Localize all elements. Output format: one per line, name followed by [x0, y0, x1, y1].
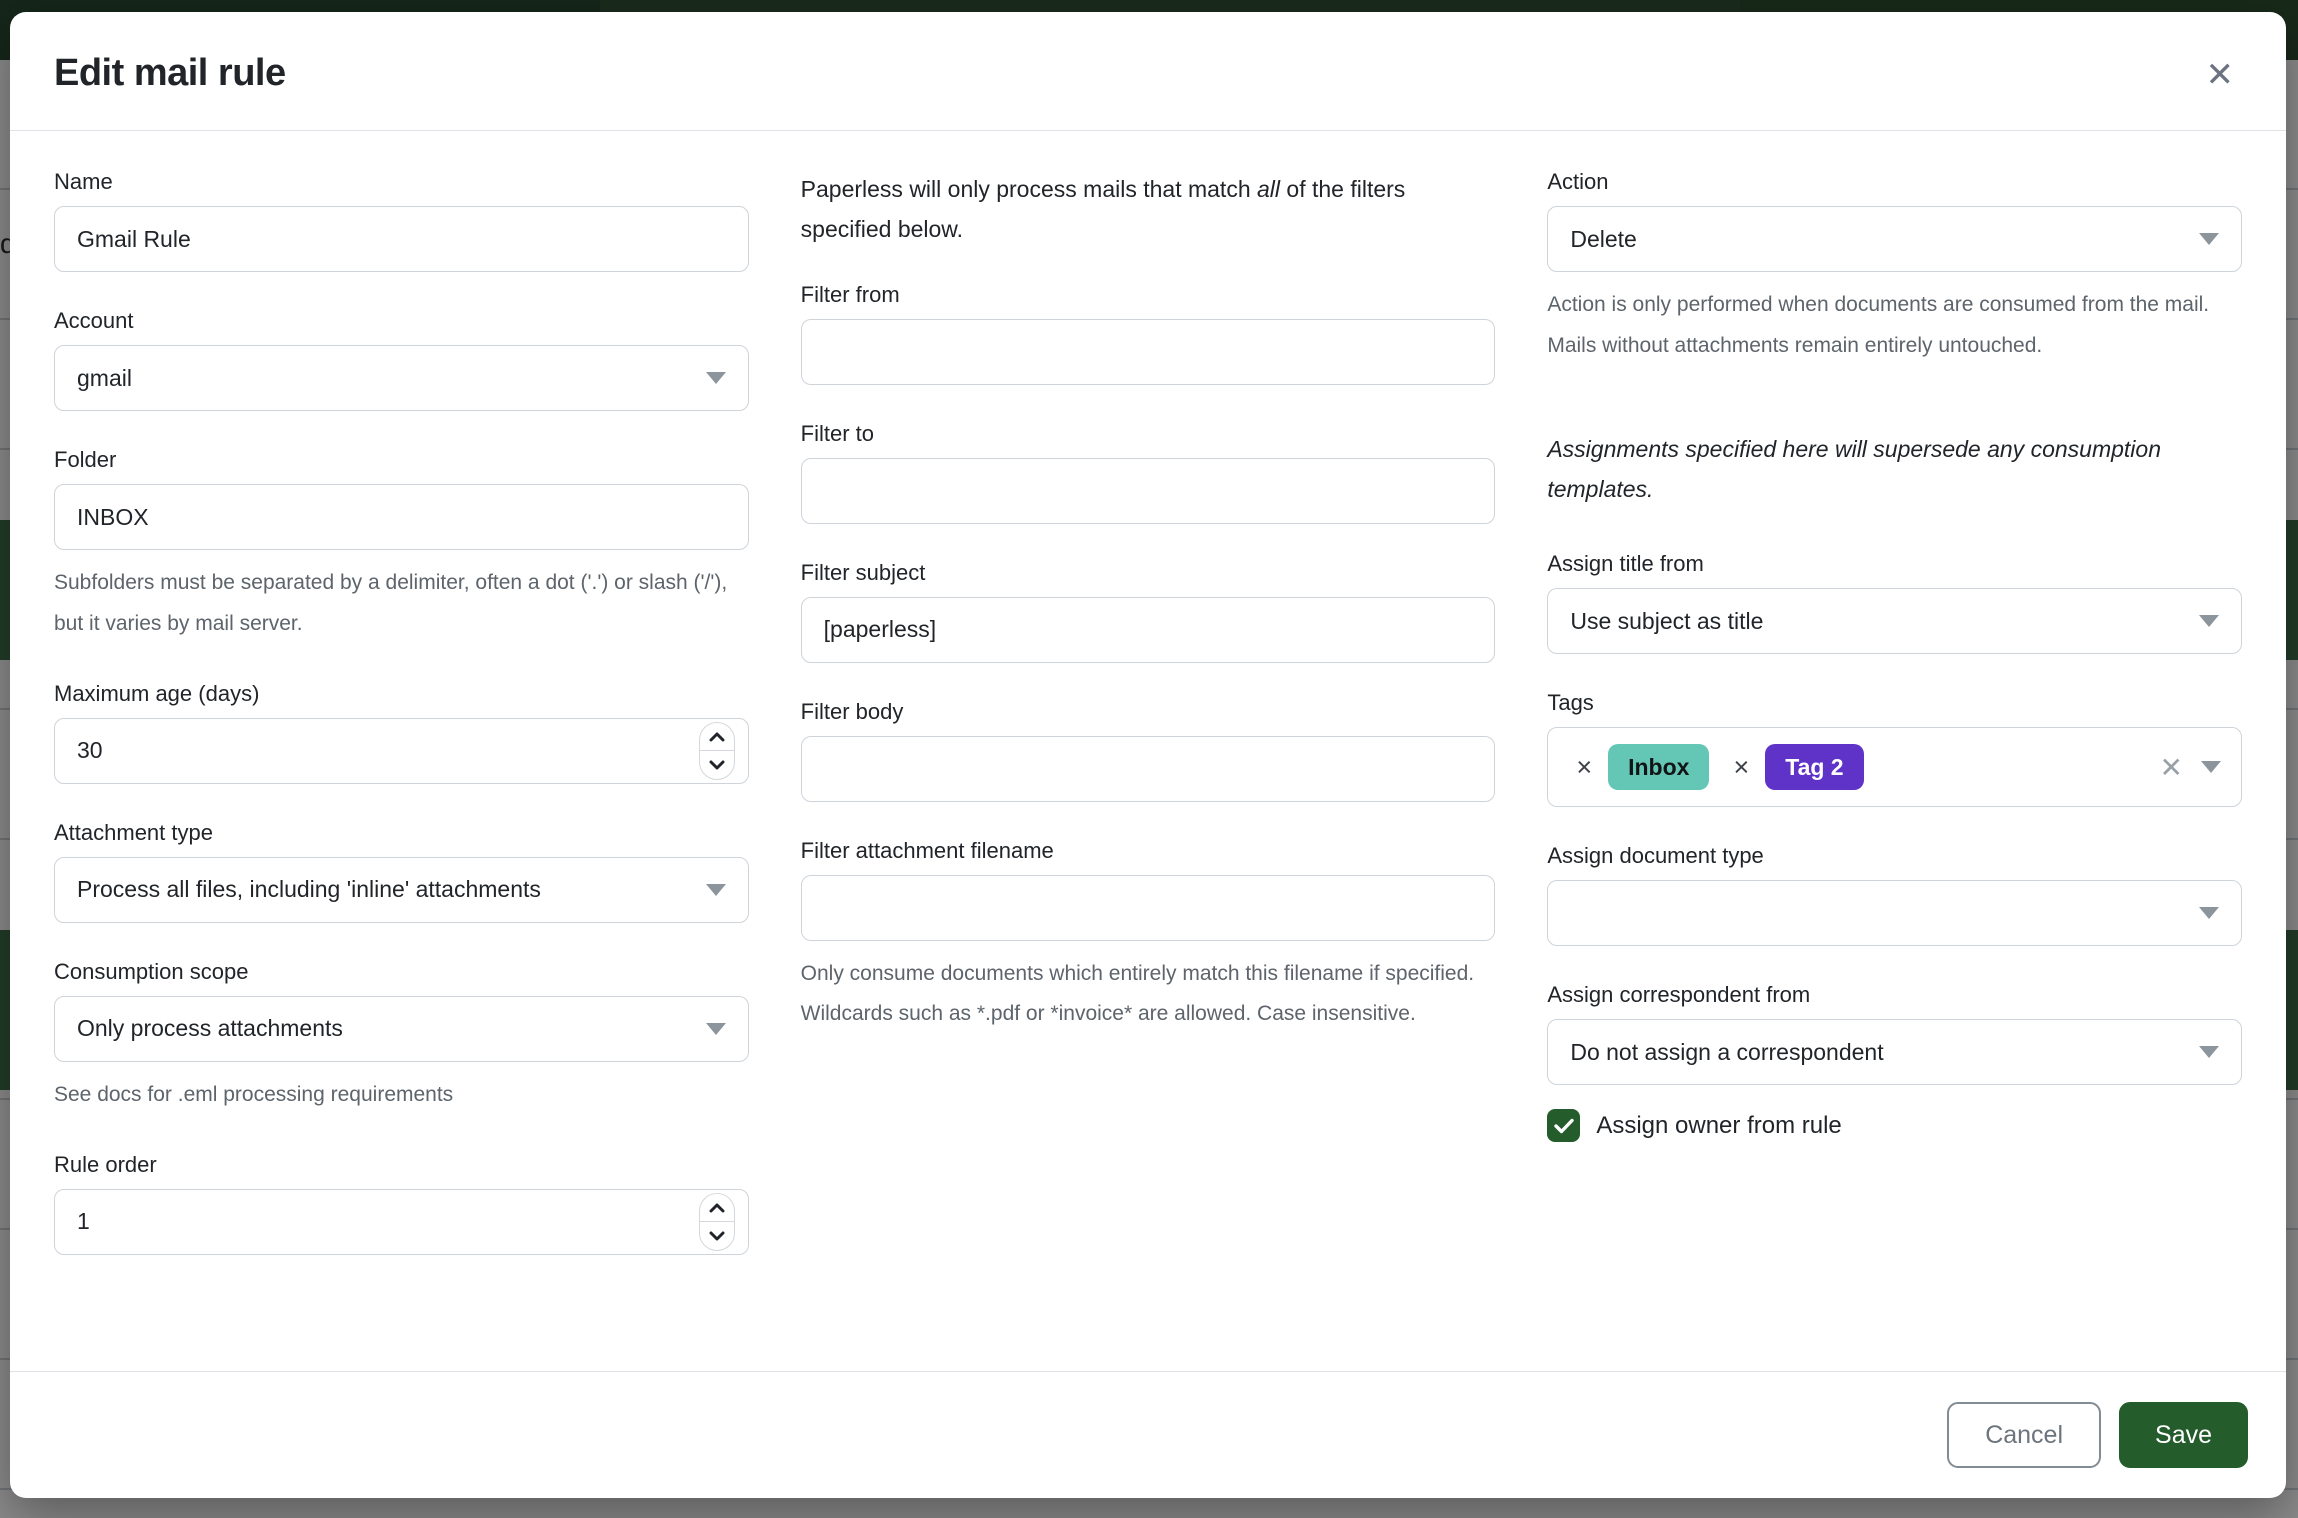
- name-input[interactable]: [54, 206, 749, 272]
- consumption-scope-label: Consumption scope: [54, 959, 749, 985]
- chevron-down-icon: [706, 372, 726, 384]
- max-age-field: Maximum age (days): [54, 681, 749, 784]
- rule-order-field: Rule order: [54, 1152, 749, 1255]
- filter-body-input[interactable]: [801, 736, 1496, 802]
- assign-document-type-select[interactable]: [1547, 880, 2242, 946]
- assign-correspondent-from-field: Assign correspondent from Do not assign …: [1547, 982, 2242, 1085]
- tags-label: Tags: [1547, 690, 2242, 716]
- filter-from-input[interactable]: [801, 319, 1496, 385]
- edit-mail-rule-dialog: Edit mail rule ✕ Name Account gmail Fold…: [10, 12, 2286, 1498]
- chevron-down-icon: [2199, 907, 2219, 919]
- filter-from-label: Filter from: [801, 282, 1496, 308]
- account-select-value: gmail: [77, 365, 132, 392]
- action-field: Action Delete Action is only performed w…: [1547, 169, 2242, 367]
- stepper-down-icon[interactable]: [700, 751, 734, 779]
- filters-intro-text: Paperless will only process mails that m…: [801, 169, 1496, 250]
- stepper-up-icon[interactable]: [700, 723, 734, 752]
- tags-multiselect[interactable]: × Inbox × Tag 2 ✕: [1547, 727, 2242, 807]
- folder-field: Folder Subfolders must be separated by a…: [54, 447, 749, 645]
- tag-pill-inbox: Inbox: [1608, 744, 1709, 790]
- attachment-type-field: Attachment type Process all files, inclu…: [54, 820, 749, 923]
- filter-body-field: Filter body: [801, 699, 1496, 802]
- chevron-down-icon: [2199, 1046, 2219, 1058]
- action-select-value: Delete: [1570, 226, 1636, 253]
- tag-remove-icon[interactable]: ×: [1725, 752, 1757, 783]
- max-age-stepper[interactable]: [699, 722, 735, 780]
- filter-subject-input[interactable]: [801, 597, 1496, 663]
- filter-from-field: Filter from: [801, 282, 1496, 385]
- rule-order-label: Rule order: [54, 1152, 749, 1178]
- name-label: Name: [54, 169, 749, 195]
- column-filters: Paperless will only process mails that m…: [801, 169, 1496, 1371]
- dialog-header: Edit mail rule ✕: [10, 12, 2286, 131]
- filter-attachment-filename-label: Filter attachment filename: [801, 838, 1496, 864]
- tags-clear-icon[interactable]: ✕: [2150, 751, 2193, 784]
- assign-document-type-field: Assign document type: [1547, 843, 2242, 946]
- max-age-input[interactable]: [54, 718, 749, 784]
- assign-owner-checkbox[interactable]: [1547, 1109, 1580, 1142]
- attachment-type-select-value: Process all files, including 'inline' at…: [77, 876, 541, 903]
- chevron-down-icon: [2199, 615, 2219, 627]
- attachment-type-label: Attachment type: [54, 820, 749, 846]
- name-field: Name: [54, 169, 749, 272]
- assign-owner-row: Assign owner from rule: [1547, 1109, 2242, 1142]
- chevron-down-icon: [2199, 233, 2219, 245]
- max-age-label: Maximum age (days): [54, 681, 749, 707]
- filter-subject-label: Filter subject: [801, 560, 1496, 586]
- filter-to-input[interactable]: [801, 458, 1496, 524]
- tag-remove-icon[interactable]: ×: [1568, 752, 1600, 783]
- folder-input[interactable]: [54, 484, 749, 550]
- action-select[interactable]: Delete: [1547, 206, 2242, 272]
- chevron-down-icon: [706, 884, 726, 896]
- close-icon[interactable]: ✕: [2198, 52, 2243, 98]
- consumption-scope-select[interactable]: Only process attachments: [54, 996, 749, 1062]
- column-action-assignments: Action Delete Action is only performed w…: [1547, 169, 2242, 1371]
- dialog-title: Edit mail rule: [54, 52, 286, 95]
- account-field: Account gmail: [54, 308, 749, 411]
- filter-to-field: Filter to: [801, 421, 1496, 524]
- account-label: Account: [54, 308, 749, 334]
- folder-label: Folder: [54, 447, 749, 473]
- filter-attachment-filename-help-text: Only consume documents which entirely ma…: [801, 954, 1496, 1036]
- consumption-scope-field: Consumption scope Only process attachmen…: [54, 959, 749, 1116]
- filters-intro-emphasis: all: [1257, 176, 1280, 202]
- save-button[interactable]: Save: [2119, 1402, 2248, 1468]
- column-rule-settings: Name Account gmail Folder Subfolders mus…: [54, 169, 749, 1371]
- attachment-type-select[interactable]: Process all files, including 'inline' at…: [54, 857, 749, 923]
- assignments-note-text: Assignments specified here will supersed…: [1547, 429, 2242, 510]
- action-label: Action: [1547, 169, 2242, 195]
- rule-order-input[interactable]: [54, 1189, 749, 1255]
- stepper-down-icon[interactable]: [700, 1222, 734, 1250]
- folder-help-text: Subfolders must be separated by a delimi…: [54, 563, 749, 645]
- action-help-text: Action is only performed when documents …: [1547, 285, 2242, 367]
- assign-title-from-select[interactable]: Use subject as title: [1547, 588, 2242, 654]
- consumption-scope-help-text: See docs for .eml processing requirement…: [54, 1075, 749, 1116]
- filter-attachment-filename-field: Filter attachment filename Only consume …: [801, 838, 1496, 1036]
- assign-document-type-label: Assign document type: [1547, 843, 2242, 869]
- chevron-down-icon: [706, 1023, 726, 1035]
- cancel-button[interactable]: Cancel: [1947, 1402, 2101, 1468]
- filter-to-label: Filter to: [801, 421, 1496, 447]
- dialog-body: Name Account gmail Folder Subfolders mus…: [10, 131, 2286, 1371]
- assign-correspondent-from-label: Assign correspondent from: [1547, 982, 2242, 1008]
- chevron-down-icon[interactable]: [2201, 761, 2221, 773]
- assign-title-from-select-value: Use subject as title: [1570, 608, 1763, 635]
- stepper-up-icon[interactable]: [700, 1194, 734, 1223]
- filter-body-label: Filter body: [801, 699, 1496, 725]
- assign-correspondent-from-select-value: Do not assign a correspondent: [1570, 1039, 1883, 1066]
- checkmark-icon: [1554, 1118, 1574, 1134]
- rule-order-stepper[interactable]: [699, 1193, 735, 1251]
- tags-field: Tags × Inbox × Tag 2 ✕: [1547, 690, 2242, 807]
- tag-pill-tag2: Tag 2: [1765, 744, 1863, 790]
- consumption-scope-select-value: Only process attachments: [77, 1015, 343, 1042]
- filter-attachment-filename-input[interactable]: [801, 875, 1496, 941]
- assign-title-from-field: Assign title from Use subject as title: [1547, 551, 2242, 654]
- account-select[interactable]: gmail: [54, 345, 749, 411]
- assign-correspondent-from-select[interactable]: Do not assign a correspondent: [1547, 1019, 2242, 1085]
- assign-owner-label: Assign owner from rule: [1596, 1112, 1841, 1140]
- filter-subject-field: Filter subject: [801, 560, 1496, 663]
- assign-title-from-label: Assign title from: [1547, 551, 2242, 577]
- dialog-footer: Cancel Save: [10, 1371, 2286, 1498]
